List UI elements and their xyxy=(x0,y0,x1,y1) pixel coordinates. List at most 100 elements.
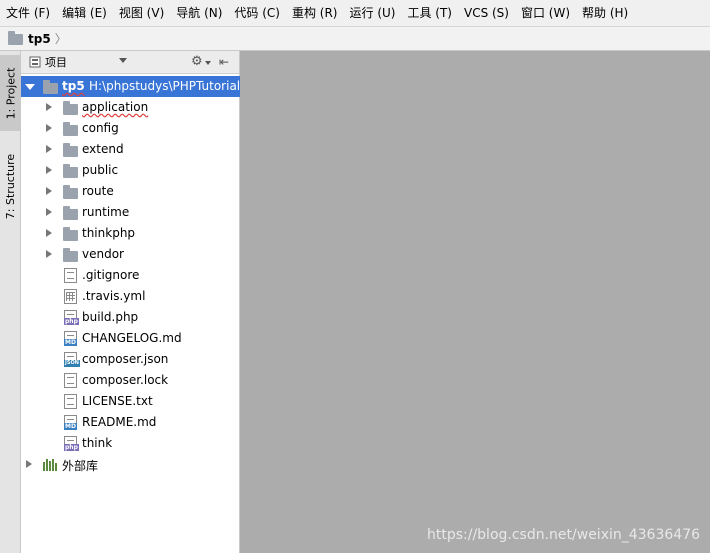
library-icon xyxy=(43,459,58,471)
file-label: .travis.yml xyxy=(82,289,146,303)
chevron-down-icon[interactable] xyxy=(119,58,127,63)
yaml-file-icon xyxy=(64,289,77,304)
text-file-icon xyxy=(64,394,77,409)
structure-tool-label: 7: Structure xyxy=(4,153,17,219)
collapsed-arrow-icon[interactable] xyxy=(46,250,52,258)
menu-window[interactable]: 窗口 (W) xyxy=(517,0,574,26)
tree-root-row[interactable]: tp5 H:\phpstudys\PHPTutorial xyxy=(21,76,240,97)
folder-icon xyxy=(63,143,78,157)
project-panel: 项目 ⚙ ⇤ tp5 H:\phpstudys\PHPTutorial appl… xyxy=(21,51,240,553)
editor-area[interactable]: https://blog.csdn.net/weixin_43636476 xyxy=(240,51,710,553)
menu-tools[interactable]: 工具 (T) xyxy=(403,0,456,26)
menu-file[interactable]: 文件 (F) xyxy=(2,0,54,26)
tree-file-row[interactable]: LICENSE.txt xyxy=(21,391,240,412)
menu-refactor[interactable]: 重构 (R) xyxy=(288,0,342,26)
tree-folder-row[interactable]: vendor xyxy=(21,244,240,265)
menu-vcs[interactable]: VCS (S) xyxy=(460,0,513,26)
breadcrumb-separator: 〉 xyxy=(54,32,67,46)
json-file-icon: JSON xyxy=(64,352,80,367)
folder-label: config xyxy=(82,121,119,135)
markdown-file-icon: MD xyxy=(64,331,77,346)
folder-icon xyxy=(63,185,78,199)
breadcrumb-project[interactable]: tp5 xyxy=(28,32,51,46)
folder-icon xyxy=(63,206,78,220)
php-file-icon: php xyxy=(64,436,79,451)
text-file-icon xyxy=(64,268,77,283)
folder-label: application xyxy=(82,100,149,114)
root-path: H:\phpstudys\PHPTutorial xyxy=(89,79,241,93)
tree-file-row[interactable]: MD README.md xyxy=(21,412,240,433)
tree-file-row[interactable]: JSON composer.json xyxy=(21,349,240,370)
file-label: think xyxy=(82,436,113,450)
gear-icon[interactable]: ⚙ xyxy=(191,55,203,69)
folder-icon xyxy=(43,80,58,94)
tree-external-libraries-row[interactable]: 外部库 xyxy=(21,454,240,475)
tree-file-row[interactable]: .gitignore xyxy=(21,265,240,286)
tree-folder-row[interactable]: config xyxy=(21,118,240,139)
collapsed-arrow-icon[interactable] xyxy=(46,166,52,174)
external-libraries-label: 外部库 xyxy=(62,459,99,473)
php-file-icon: php xyxy=(64,310,79,325)
folder-label: public xyxy=(82,163,119,177)
collapsed-arrow-icon[interactable] xyxy=(46,103,52,111)
collapsed-arrow-icon[interactable] xyxy=(46,229,52,237)
folder-label: runtime xyxy=(82,205,130,219)
root-name: tp5 xyxy=(62,79,85,93)
project-panel-header: 项目 ⚙ ⇤ xyxy=(21,51,239,74)
menu-bar: 文件 (F) 编辑 (E) 视图 (V) 导航 (N) 代码 (C) 重构 (R… xyxy=(0,0,710,26)
menu-navigate[interactable]: 导航 (N) xyxy=(172,0,226,26)
folder-icon xyxy=(63,227,78,241)
file-label: CHANGELOG.md xyxy=(82,331,182,345)
folder-icon xyxy=(63,164,78,178)
file-label: README.md xyxy=(82,415,157,429)
tree-file-row[interactable]: .travis.yml xyxy=(21,286,240,307)
view-selector-label: 项目 xyxy=(45,56,67,69)
view-selector[interactable]: 项目 xyxy=(29,54,67,70)
collapsed-arrow-icon[interactable] xyxy=(46,124,52,132)
tree-folder-row[interactable]: extend xyxy=(21,139,240,160)
text-file-icon xyxy=(64,373,77,388)
file-label: LICENSE.txt xyxy=(82,394,153,408)
menu-code[interactable]: 代码 (C) xyxy=(230,0,284,26)
tree-file-row[interactable]: php build.php xyxy=(21,307,240,328)
folder-icon xyxy=(63,248,78,262)
file-label: build.php xyxy=(82,310,139,324)
folder-label: route xyxy=(82,184,114,198)
tree-folder-row[interactable]: thinkphp xyxy=(21,223,240,244)
project-tool-button[interactable]: 1: Project xyxy=(0,55,21,131)
collapse-all-icon[interactable]: ⇤ xyxy=(219,55,229,69)
collapsed-arrow-icon[interactable] xyxy=(46,187,52,195)
structure-tool-button[interactable]: 7: Structure xyxy=(0,143,21,229)
menu-help[interactable]: 帮助 (H) xyxy=(578,0,632,26)
folder-icon xyxy=(8,31,23,45)
tree-file-row[interactable]: php think xyxy=(21,433,240,454)
file-label: composer.lock xyxy=(82,373,169,387)
folder-icon xyxy=(63,122,78,136)
folder-label: vendor xyxy=(82,247,124,261)
tree-folder-row[interactable]: application xyxy=(21,97,240,118)
expanded-arrow-icon[interactable] xyxy=(25,84,35,90)
tree-file-row[interactable]: composer.lock xyxy=(21,370,240,391)
gear-dropdown-icon[interactable] xyxy=(205,61,211,65)
tree-folder-row[interactable]: public xyxy=(21,160,240,181)
menu-view[interactable]: 视图 (V) xyxy=(115,0,168,26)
file-label: .gitignore xyxy=(82,268,140,282)
folder-label: extend xyxy=(82,142,124,156)
tree-folder-row[interactable]: route xyxy=(21,181,240,202)
menu-edit[interactable]: 编辑 (E) xyxy=(58,0,111,26)
markdown-file-icon: MD xyxy=(64,415,77,430)
tree-file-row[interactable]: MD CHANGELOG.md xyxy=(21,328,240,349)
collapsed-arrow-icon[interactable] xyxy=(26,460,32,468)
folder-icon xyxy=(63,101,78,115)
collapsed-arrow-icon[interactable] xyxy=(46,145,52,153)
tree-folder-row[interactable]: runtime xyxy=(21,202,240,223)
collapsed-arrow-icon[interactable] xyxy=(46,208,52,216)
folder-label: thinkphp xyxy=(82,226,136,240)
project-tool-label: 1: Project xyxy=(4,67,17,119)
tool-window-strip: 1: Project 7: Structure xyxy=(0,51,21,553)
navigation-bar: tp5 〉 xyxy=(0,26,710,51)
project-view-icon xyxy=(29,56,41,68)
watermark: https://blog.csdn.net/weixin_43636476 xyxy=(426,527,700,543)
file-label: composer.json xyxy=(82,352,169,366)
menu-run[interactable]: 运行 (U) xyxy=(346,0,400,26)
